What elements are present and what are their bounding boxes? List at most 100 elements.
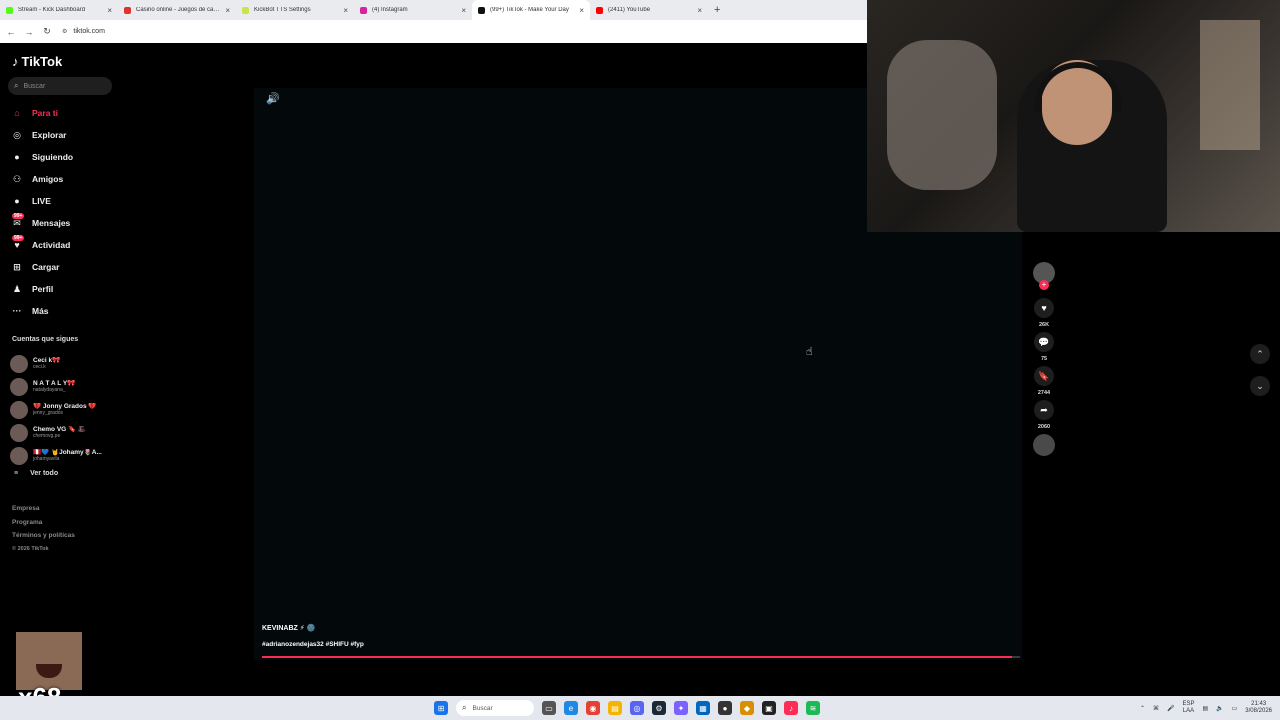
follow-plus-icon[interactable]: +	[1039, 280, 1049, 290]
more-icon: ···	[12, 306, 22, 316]
obs-icon[interactable]: ●	[718, 701, 732, 715]
browser-tab[interactable]: (2411) YouTube ×	[590, 0, 708, 20]
video-progress-bar[interactable]	[262, 656, 1020, 658]
spotify-icon[interactable]: ≋	[806, 701, 820, 715]
back-icon[interactable]: ←	[4, 27, 18, 37]
video-author[interactable]: KEVINABZ ⚡ 🌚	[262, 624, 315, 632]
nav-item[interactable]: ··· Más	[10, 300, 110, 322]
nav-item[interactable]: ⊞ Cargar	[10, 256, 110, 278]
account-handle: jenny_grados	[33, 410, 64, 416]
nav-item-label: Actividad	[32, 240, 71, 250]
lang-line1: ESP	[1182, 701, 1195, 707]
nav-item[interactable]: ⚇ Amigos	[10, 168, 110, 190]
new-tab-button[interactable]: +	[714, 4, 720, 16]
wifi-icon[interactable]: ▤	[1202, 705, 1208, 712]
taskbar-search[interactable]: ⌕ Buscar	[456, 700, 534, 716]
battery-icon[interactable]: ▭	[1232, 705, 1238, 712]
volume-icon[interactable]: 🔊	[266, 92, 280, 105]
creator-avatar[interactable]: +	[1033, 262, 1055, 290]
browser-tab[interactable]: (4) Instagram ×	[354, 0, 472, 20]
previous-video-button[interactable]: ⌃	[1250, 344, 1270, 364]
chrome-icon[interactable]: ◉	[586, 701, 600, 715]
close-tab-icon[interactable]: ×	[107, 6, 112, 15]
task-view-icon[interactable]: ▭	[542, 701, 556, 715]
share-button[interactable]: ➦	[1034, 400, 1054, 420]
video-hashtags[interactable]: #adrianozendejas32 #SHIFU #fyp	[262, 641, 364, 648]
close-tab-icon[interactable]: ×	[579, 6, 584, 15]
discord-icon[interactable]: ◎	[630, 701, 644, 715]
messages-icon: ✉ 99+	[12, 213, 25, 228]
steam-icon[interactable]: ⚙	[652, 701, 666, 715]
site-info-icon[interactable]: ⚙	[62, 28, 67, 35]
microphone-icon[interactable]: 🎤	[1167, 705, 1174, 712]
taskbar-apps: ⊞ ⌕ Buscar ▭ e ◉ ▤ ◎ ⚙ ✦ ▦ ● ◆ ▣ ♪ ≋	[434, 696, 820, 720]
video-actions: + ♥ 26K 💬 75 🔖 2744 ➦ 2060	[1032, 262, 1056, 456]
share-icon: ➦	[1040, 404, 1048, 415]
nav-item[interactable]: ● LIVE	[10, 190, 110, 212]
activity-icon: ♥ 99+	[12, 235, 25, 250]
tab-title: (4) Instagram	[372, 7, 408, 13]
chevron-up-icon[interactable]: ⌃	[1140, 705, 1145, 712]
tiktok-app-icon[interactable]: ♪	[784, 701, 798, 715]
windows-taskbar: ⊞ ⌕ Buscar ▭ e ◉ ▤ ◎ ⚙ ✦ ▦ ● ◆ ▣ ♪ ≋ ⌃ ⌘…	[0, 696, 1280, 720]
following-account[interactable]: Chemo VG 🔖 🎩 chemovg.pe	[10, 421, 115, 444]
nav-item[interactable]: ◎ Explorar	[10, 124, 110, 146]
comment-button[interactable]: 💬	[1034, 332, 1054, 352]
close-tab-icon[interactable]: ×	[697, 6, 702, 15]
following-account[interactable]: Ceci k🎀 ceci.k	[10, 352, 115, 375]
close-tab-icon[interactable]: ×	[461, 6, 466, 15]
tiktok-logo[interactable]: ♪ TikTok	[12, 54, 62, 69]
browser-tab[interactable]: KickBot TTS Settings ×	[236, 0, 354, 20]
see-all-button[interactable]: ≡ Ver todo	[14, 470, 58, 477]
account-handle: chemovg.pe	[33, 433, 61, 439]
sidebar-footer: Empresa Programa Términos y políticas © …	[12, 502, 75, 556]
forward-icon[interactable]: →	[22, 27, 36, 37]
tab-favicon-icon	[478, 6, 485, 14]
clock-time: 21:43	[1251, 701, 1267, 707]
nav-item[interactable]: ⌂ Para ti	[10, 102, 110, 124]
browser-tab[interactable]: (99+) TikTok - Make Your Day ×	[472, 0, 590, 20]
app-icon[interactable]: ◆	[740, 701, 754, 715]
browser-tab-bar: Stream - Kick Dashboard × Casino online - …	[0, 0, 867, 20]
nav-item[interactable]: ● Siguiendo	[10, 146, 110, 168]
next-video-button[interactable]: ⌄	[1250, 376, 1270, 396]
heart-icon: ♥	[1041, 303, 1047, 313]
following-account[interactable]: 💔 Jonny Grados 💔 jenny_grados	[10, 398, 115, 421]
browser-tab[interactable]: Stream - Kick Dashboard ×	[0, 0, 118, 20]
following-icon: ●	[14, 152, 20, 162]
clock[interactable]: 21:43 3/08/2026	[1245, 701, 1272, 715]
store-icon[interactable]: ▦	[696, 701, 710, 715]
reload-icon[interactable]: ↻	[40, 26, 54, 37]
network-icon[interactable]: ⌘	[1153, 705, 1159, 712]
like-button[interactable]: ♥	[1034, 298, 1054, 318]
footer-link[interactable]: Términos y políticas	[12, 529, 75, 543]
browser-tab[interactable]: Casino online - Juegos de casino ×	[118, 0, 236, 20]
close-tab-icon[interactable]: ×	[225, 6, 230, 15]
language-indicator[interactable]: ESP LAA	[1182, 701, 1194, 715]
progress-fill	[262, 656, 1013, 658]
lang-line2: LAA	[1182, 708, 1195, 714]
url-field[interactable]: ⚙ tiktok.com	[62, 28, 105, 35]
address-bar: ← → ↻ ⚙ tiktok.com	[0, 20, 867, 43]
footer-link[interactable]: Empresa	[12, 502, 75, 516]
volume-icon[interactable]: 🔉	[1216, 705, 1223, 712]
music-disc-icon[interactable]	[1033, 434, 1055, 456]
following-list: Ceci k🎀 ceci.k N A T A L Y🎀 natalydayana_ 💔 …	[10, 352, 115, 467]
save-button[interactable]: 🔖	[1034, 366, 1054, 386]
nav-item[interactable]: ✉ 99+ Mensajes	[10, 212, 110, 234]
nav-item[interactable]: ♥ 99+ Actividad	[10, 234, 110, 256]
search-input[interactable]: ⌕ Buscar	[8, 77, 112, 95]
notification-badge: 99+	[12, 213, 25, 219]
edge-icon[interactable]: e	[564, 701, 578, 715]
terminal-icon[interactable]: ▣	[762, 701, 776, 715]
following-account[interactable]: 🇵🇪💙 🤘Johamy🌷A... johamyavila	[10, 444, 115, 467]
taskbar-search-placeholder: Buscar	[472, 704, 493, 712]
copilot-icon[interactable]: ✦	[674, 701, 688, 715]
file-explorer-icon[interactable]: ▤	[608, 701, 622, 715]
close-tab-icon[interactable]: ×	[343, 6, 348, 15]
footer-link[interactable]: Programa	[12, 516, 75, 530]
tab-favicon-icon	[124, 6, 131, 14]
nav-item[interactable]: ♟ Perfil	[10, 278, 110, 300]
following-account[interactable]: N A T A L Y🎀 natalydayana_	[10, 375, 115, 398]
windows-start-icon[interactable]: ⊞	[434, 701, 448, 715]
